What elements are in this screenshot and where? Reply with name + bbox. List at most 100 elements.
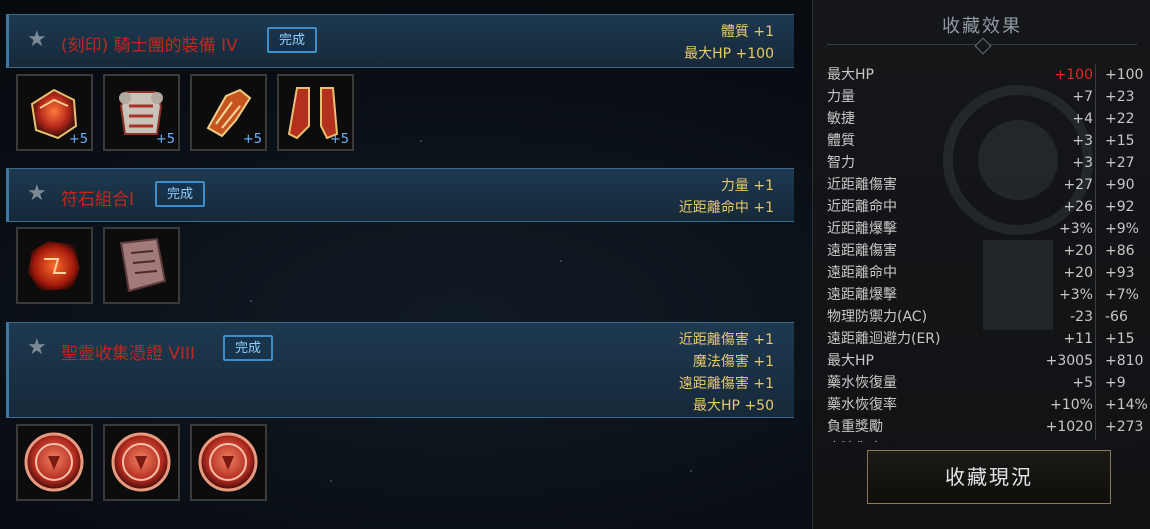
set-title: 符石組合I [61, 190, 135, 210]
stat-name: 最大HP [827, 353, 874, 369]
set-title: 聖靈收集憑證 VIII [61, 344, 196, 364]
stat-name: 魔法傷害 [827, 438, 883, 442]
stat-total: +7% [1105, 287, 1139, 303]
stat-name: 敏捷 [827, 111, 855, 127]
stat-row: 藥水恢復率 +10% +14% [827, 394, 1150, 416]
collection-effects-panel: 收藏效果 最大HP +100 +100 力量 +7 +23 敏捷 +4 +22 體質 +3 +15 智力… [812, 0, 1150, 529]
rune-stone-red-icon [28, 241, 80, 291]
enhance-level: +5 [155, 132, 175, 147]
stat-name: 物理防禦力(AC) [827, 309, 928, 325]
stat-row: 最大HP +100 +100 [827, 64, 1150, 86]
stat-total: +100 [1105, 67, 1144, 83]
stat-total: +92 [1105, 199, 1135, 215]
bonus-line: 力量 +1 [720, 178, 774, 194]
stat-current: +3% [1059, 221, 1093, 237]
stat-name: 近距離傷害 [827, 177, 897, 193]
complete-badge: 完成 [155, 181, 206, 207]
stat-current: +5 [1072, 375, 1093, 391]
stat-total: +23 [1105, 89, 1135, 105]
stat-row: 魔法傷害 +12 +50 [827, 438, 1150, 442]
item-slot[interactable] [16, 424, 93, 501]
stat-name: 力量 [827, 89, 855, 105]
divider-ornament-icon [974, 37, 992, 55]
stat-row: 遠距離爆擊 +3% +7% [827, 284, 1150, 306]
stat-current: +26 [1063, 199, 1093, 215]
stat-name: 體質 [827, 133, 855, 149]
star-icon[interactable]: ★ [27, 183, 49, 205]
stat-current: +3 [1072, 155, 1093, 171]
item-slots [16, 424, 267, 501]
item-slot[interactable] [16, 227, 93, 304]
collection-list: ★ (刻印) 騎士團的裝備 IV 完成 體質 +1 最大HP +100 +5 +… [0, 0, 800, 529]
rune-stone-tablet-icon [119, 237, 167, 293]
bonus-line: 遠距離傷害 +1 [678, 376, 774, 392]
stat-row: 近距離爆擊 +3% +9% [827, 218, 1150, 240]
stat-current: +3% [1059, 287, 1093, 303]
bonus-line: 最大HP +100 [684, 46, 774, 62]
item-slot[interactable]: +5 [103, 74, 180, 151]
stat-total: +273 [1105, 419, 1144, 435]
item-slots: +5 +5 +5 +5 [16, 74, 354, 151]
stat-row: 物理防禦力(AC) -23 -66 [827, 306, 1150, 328]
stat-name: 遠距離命中 [827, 265, 897, 281]
bonus-line: 魔法傷害 +1 [692, 354, 774, 370]
complete-badge: 完成 [267, 27, 318, 53]
stats-list[interactable]: 最大HP +100 +100 力量 +7 +23 敏捷 +4 +22 體質 +3 +15 智力 +3 +27… [827, 64, 1150, 442]
stat-name: 負重獎勵 [827, 419, 883, 435]
collection-status-button[interactable]: 收藏現況 [867, 450, 1111, 504]
stat-name: 最大HP [827, 67, 874, 83]
stat-total: +50 [1105, 438, 1135, 442]
set-header[interactable]: ★ (刻印) 騎士團的裝備 IV 完成 體質 +1 最大HP +100 [6, 14, 794, 68]
stat-row: 遠距離迴避力(ER) +11 +15 [827, 328, 1150, 350]
stat-total: +15 [1105, 331, 1135, 347]
stat-current: -23 [1070, 309, 1093, 325]
bonus-line: 近距離命中 +1 [678, 200, 774, 216]
item-slot[interactable]: +5 [16, 74, 93, 151]
set-title: (刻印) 騎士團的裝備 IV [61, 36, 238, 56]
stat-current: +20 [1063, 265, 1093, 281]
set-bonus: 力量 +1 近距離命中 +1 [679, 175, 774, 219]
stat-row: 智力 +3 +27 [827, 152, 1150, 174]
stat-current: +3005 [1045, 353, 1093, 369]
stat-total: +810 [1105, 353, 1144, 369]
stat-total: +15 [1105, 133, 1135, 149]
stat-name: 近距離命中 [827, 199, 897, 215]
stat-total: +22 [1105, 111, 1135, 127]
star-icon[interactable]: ★ [27, 29, 49, 51]
enhance-level: +5 [242, 132, 262, 147]
stat-name: 遠距離爆擊 [827, 287, 897, 303]
enhance-level: +5 [329, 132, 349, 147]
enhance-level: +5 [68, 132, 88, 147]
item-slots [16, 227, 180, 304]
stat-name: 近距離爆擊 [827, 221, 897, 237]
stat-row: 近距離命中 +26 +92 [827, 196, 1150, 218]
stat-current: +4 [1072, 111, 1093, 127]
stat-current: +12 [1063, 438, 1093, 442]
star-icon[interactable]: ★ [27, 337, 49, 359]
stat-current: +1020 [1045, 419, 1093, 435]
bonus-line: 體質 +1 [720, 24, 774, 40]
spirit-token-icon [198, 432, 258, 492]
item-slot[interactable] [190, 424, 267, 501]
item-slot[interactable] [103, 424, 180, 501]
stat-total: +27 [1105, 155, 1135, 171]
stat-total: +93 [1105, 265, 1135, 281]
stat-total: +9% [1105, 221, 1139, 237]
stat-current: +100 [1054, 67, 1093, 83]
stat-total: +9 [1105, 375, 1126, 391]
bonus-line: 最大HP +50 [693, 398, 774, 414]
stat-current: +10% [1050, 397, 1093, 413]
set-header[interactable]: ★ 符石組合I 完成 力量 +1 近距離命中 +1 [6, 168, 794, 222]
stat-name: 智力 [827, 155, 855, 171]
item-slot[interactable] [103, 227, 180, 304]
stat-current: +3 [1072, 133, 1093, 149]
set-header[interactable]: ★ 聖靈收集憑證 VIII 完成 近距離傷害 +1 魔法傷害 +1 遠距離傷害 … [6, 322, 794, 418]
bonus-line: 近距離傷害 +1 [678, 332, 774, 348]
stat-name: 遠距離傷害 [827, 243, 897, 259]
stat-current: +20 [1063, 243, 1093, 259]
item-slot[interactable]: +5 [190, 74, 267, 151]
item-slot[interactable]: +5 [277, 74, 354, 151]
stat-row: 遠距離命中 +20 +93 [827, 262, 1150, 284]
stat-total: +90 [1105, 177, 1135, 193]
panel-title: 收藏效果 [942, 16, 1022, 37]
